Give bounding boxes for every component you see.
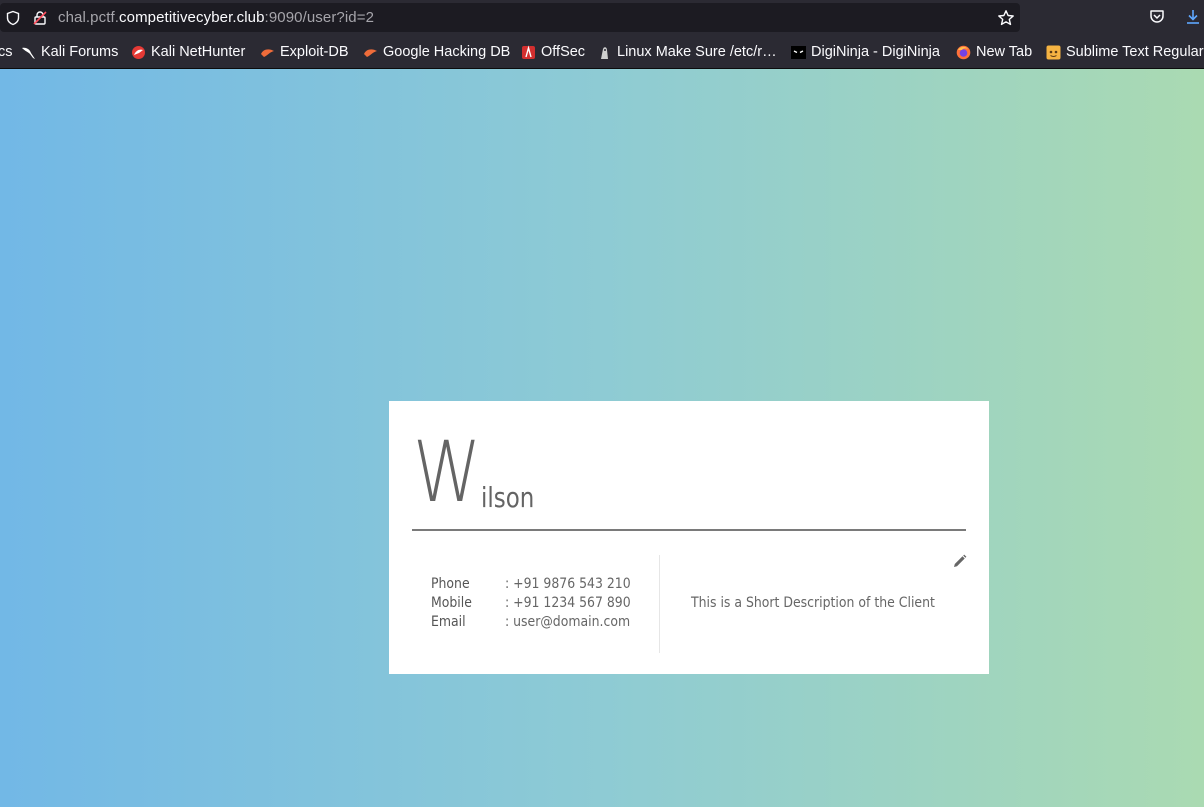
client-card: W ilson Phone : +91 9876 543 210 Mobile : …: [389, 401, 989, 674]
name-divider: [412, 529, 966, 531]
url-host: competitivecyber.club: [119, 9, 265, 26]
bookmark-kali-forums[interactable]: Kali Forums: [21, 43, 118, 61]
bookmark-label: Exploit-DB: [280, 44, 349, 60]
pocket-icon[interactable]: [1148, 8, 1166, 26]
bookmark-linux[interactable]: Linux Make Sure /etc/r…: [597, 43, 777, 61]
bookmark-label: New Tab: [976, 44, 1033, 60]
bookmark-label: Google Hacking DB: [383, 44, 511, 60]
bookmark-label: Kali NetHunter: [151, 44, 246, 60]
bookmark-new-tab[interactable]: New Tab: [956, 43, 1032, 61]
bookmark-kali-nethunter[interactable]: Kali NetHunter: [131, 43, 245, 61]
email-label: Email: [431, 614, 466, 630]
bookmark-label: Sublime Text Regular: [1066, 44, 1204, 60]
client-name-initial: W: [413, 423, 482, 521]
pencil-icon[interactable]: [952, 554, 967, 569]
bookmark-label: OffSec: [541, 44, 586, 60]
bookmarks-bar: cs Kali Forums Kali NetHunter Exploit-DB…: [0, 35, 1204, 69]
mobile-label: Mobile: [431, 595, 472, 611]
digininja-icon: [791, 45, 806, 59]
phone-value: : +91 9876 543 210: [504, 576, 631, 592]
mobile-row: Mobile : +91 1234 567 890: [431, 595, 631, 611]
kali-dragon-icon: [22, 47, 35, 59]
firefox-icon: [956, 45, 971, 59]
star-icon[interactable]: [997, 9, 1015, 27]
browser-toolbar: chal.pctf.competitivecyber.club:9090/use…: [0, 0, 1204, 35]
url-prefix: chal.pctf.: [58, 9, 120, 26]
email-row: Email : user@domain.com: [431, 614, 630, 630]
mobile-value: : +91 1234 567 890: [504, 595, 631, 611]
url-suffix: :9090/user?id=2: [264, 9, 375, 26]
download-icon[interactable]: [1184, 8, 1202, 26]
url-text[interactable]: chal.pctf.competitivecyber.club:9090/use…: [58, 9, 374, 26]
sublime-icon: [1046, 45, 1061, 59]
phone-row: Phone : +91 9876 543 210: [431, 576, 631, 592]
ghdb-icon: [364, 48, 377, 57]
client-description: This is a Short Description of the Clien…: [691, 595, 935, 611]
shield-icon[interactable]: [5, 10, 21, 26]
nethunter-icon: [132, 45, 145, 59]
bookmark-label: DigiNinja - DigiNinja: [811, 44, 940, 60]
phone-label: Phone: [431, 576, 470, 592]
bookmark-digininja[interactable]: DigiNinja - DigiNinja: [791, 43, 940, 61]
bookmark-label: Linux Make Sure /etc/r…: [617, 44, 777, 60]
lock-warning-icon[interactable]: [32, 10, 48, 26]
exploit-db-icon: [261, 48, 274, 57]
bookmark-label: cs: [0, 44, 13, 60]
client-name-rest: ilson: [481, 481, 535, 514]
email-value: : user@domain.com: [504, 614, 631, 630]
bookmark-item[interactable]: cs: [0, 43, 13, 61]
linux-icon: [601, 46, 608, 59]
column-divider: [659, 555, 660, 653]
offsec-icon: [522, 44, 535, 59]
bookmark-sublime-text[interactable]: Sublime Text Regular: [1046, 43, 1204, 61]
page-background: W ilson Phone : +91 9876 543 210 Mobile : …: [0, 69, 1204, 807]
bookmark-exploit-db[interactable]: Exploit-DB: [260, 43, 349, 61]
url-bar[interactable]: chal.pctf.competitivecyber.club:9090/use…: [0, 3, 1020, 32]
bookmark-google-hacking-db[interactable]: Google Hacking DB: [363, 43, 510, 61]
bookmark-offsec[interactable]: OffSec: [521, 43, 585, 61]
bookmark-label: Kali Forums: [41, 44, 119, 60]
